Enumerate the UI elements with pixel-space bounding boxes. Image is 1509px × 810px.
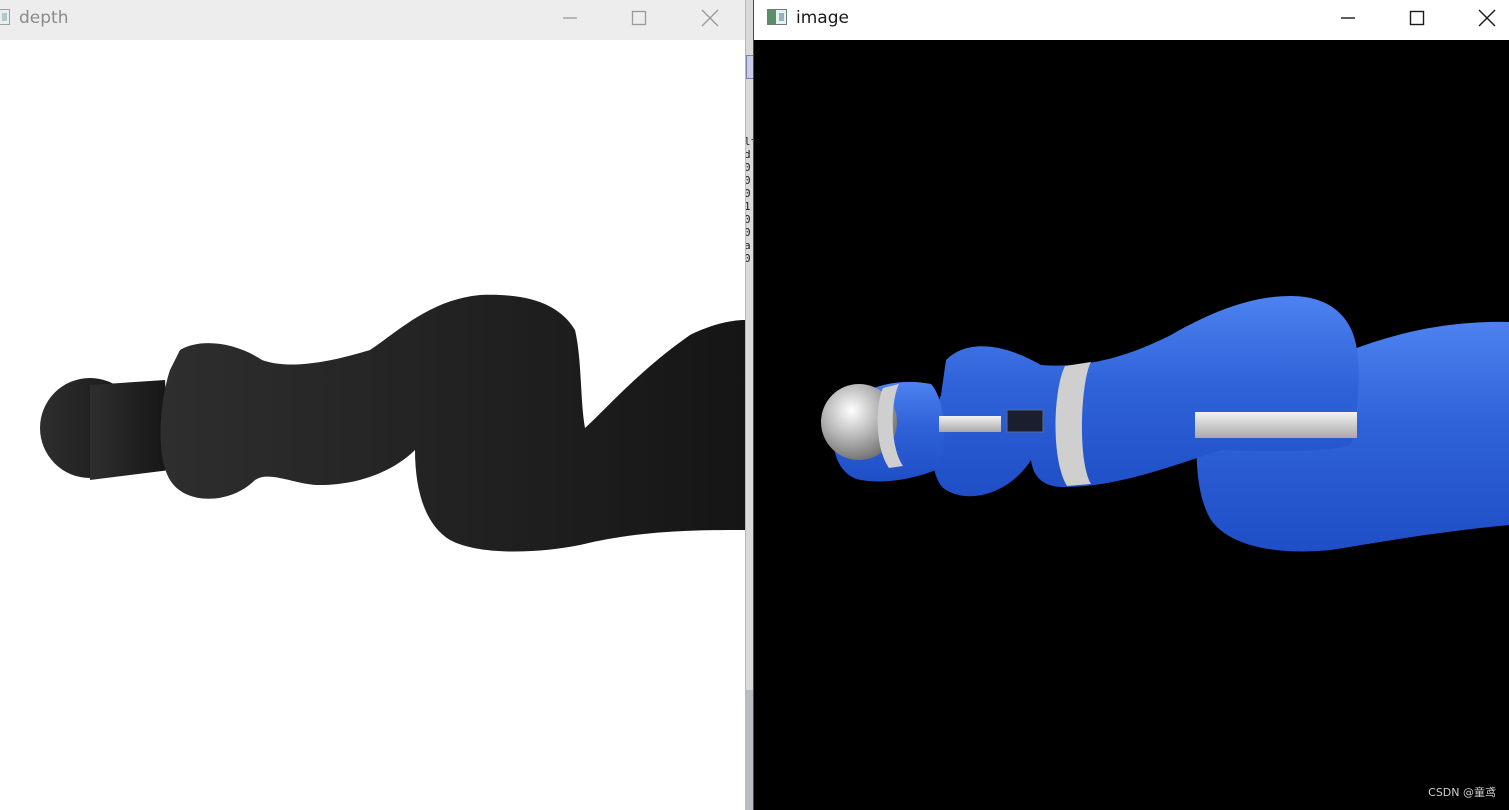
depth-window-title: depth (19, 8, 69, 28)
maximize-icon (631, 10, 647, 26)
robot-band-2 (1195, 412, 1357, 438)
depth-minimize-button[interactable] (547, 0, 593, 36)
image-minimize-button[interactable] (1325, 0, 1371, 36)
depth-window[interactable]: depth (0, 0, 746, 810)
image-canvas: CSDN @童鸢 (754, 41, 1509, 810)
robot-arm (821, 296, 1509, 552)
robot-band-1 (939, 416, 1001, 432)
watermark: CSDN @童鸢 (1428, 786, 1496, 799)
maximize-icon (1409, 10, 1425, 26)
minimize-icon (1341, 17, 1355, 19)
image-maximize-button[interactable] (1394, 0, 1440, 36)
close-icon (701, 9, 719, 27)
depth-close-button[interactable] (687, 0, 733, 36)
image-window-title: image (796, 8, 849, 28)
depth-maximize-button[interactable] (616, 0, 662, 36)
depth-titlebar[interactable]: depth (0, 0, 745, 40)
close-icon (1478, 9, 1496, 27)
image-window[interactable]: image CSDN @童鸢 (753, 0, 1509, 810)
image-viewer-icon (0, 9, 10, 25)
depth-robot-silhouette (40, 294, 745, 552)
minimize-icon (563, 17, 577, 19)
image-titlebar[interactable]: image (754, 0, 1509, 40)
depth-canvas (0, 40, 745, 810)
robot-arm-render (821, 296, 1509, 552)
image-viewer-icon (767, 9, 787, 25)
desktop: lt- d: 0 0 0 1 0 0 a 0 depth (0, 0, 1509, 810)
image-close-button[interactable] (1464, 0, 1509, 36)
robot-label-plate (1006, 409, 1044, 433)
depth-map-render (40, 294, 745, 552)
